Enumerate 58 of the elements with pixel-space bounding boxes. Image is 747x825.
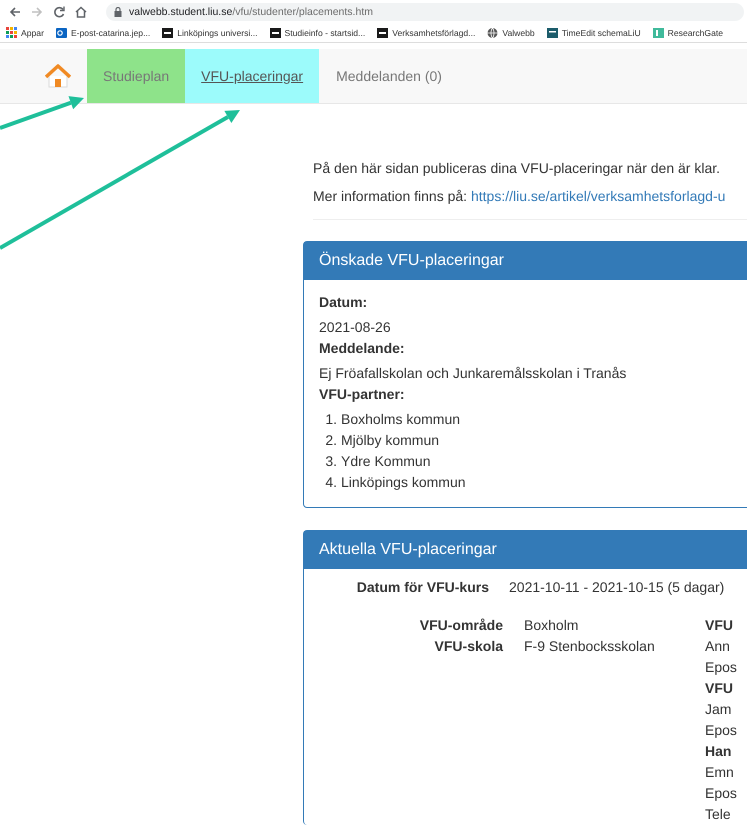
contact-heading: VFU	[705, 679, 734, 698]
contact-heading: Han	[705, 742, 732, 761]
logo-icon	[377, 27, 388, 39]
back-icon[interactable]	[8, 5, 22, 19]
nav-tab[interactable]: Meddelanden (0)	[320, 49, 458, 103]
bookmark[interactable]: ResearchGate	[652, 27, 724, 39]
contact-text: Jam	[705, 700, 732, 719]
bookmark[interactable]: E-post-catarina.jep...	[56, 27, 150, 39]
apps-grid-icon	[6, 27, 17, 39]
field-value: F-9 Stenbocksskolan	[524, 637, 656, 656]
info-link[interactable]: https://liu.se/artikel/verksamhetsforlagd-u	[470, 188, 726, 204]
home-icon[interactable]	[74, 5, 88, 19]
logo-icon	[270, 27, 280, 39]
list-item: Ydre Kommun	[341, 452, 430, 471]
field-label: Datum för VFU-kurs	[356, 578, 489, 597]
field-value: Ej Fröafallskolan och Junkaremålsskolan i Tranås	[319, 364, 628, 383]
globe-icon	[487, 27, 498, 39]
mail-icon	[56, 27, 67, 39]
info-text: Mer information finns på: https://liu.se/artikel/verksamhetsforlagd-u	[313, 187, 726, 206]
bookmark[interactable]: Verksamhetsförlagd...	[377, 27, 476, 39]
list-number: 4.	[325, 473, 337, 492]
url-text: valwebb.student.liu.se/vfu/studenter/placements.htm	[129, 6, 373, 18]
list-item: Mjölby kommun	[341, 431, 440, 450]
list-number: 1.	[325, 410, 337, 429]
logo-icon	[652, 27, 664, 39]
contact-text: Epos	[705, 721, 738, 740]
bookmark[interactable]: Appar	[6, 27, 44, 39]
contact-text: Tele	[705, 805, 732, 824]
nav-tab[interactable]: VFU-placeringar	[185, 49, 320, 103]
field-value: 2021-10-11 - 2021-10-15 (5 dagar)	[509, 578, 726, 597]
list-item: Linköpings kommun	[341, 473, 466, 492]
contact-text: Ann	[705, 637, 731, 656]
logo-icon	[162, 27, 174, 39]
contact-text: Epos	[705, 784, 738, 803]
address-bar[interactable]: valwebb.student.liu.se/vfu/studenter/placements.htm	[106, 3, 744, 21]
list-number: 2.	[325, 431, 337, 450]
panel-title: Aktuella VFU-placeringar	[319, 541, 497, 559]
list-item: Boxholms kommun	[341, 410, 460, 429]
field-label: VFU-partner:	[319, 385, 406, 404]
bookmark[interactable]: Valwebb	[487, 27, 535, 39]
field-label: VFU-område	[418, 616, 503, 635]
reload-icon[interactable]	[52, 5, 66, 19]
panel-title: Önskade VFU-placeringar	[319, 252, 504, 270]
bookmark[interactable]: Studieinfo - startsid...	[270, 27, 366, 39]
lock-icon	[114, 7, 122, 17]
intro-text: På den här sidan publiceras dina VFU-placeringar när den är klar.	[313, 159, 722, 178]
field-value: 2021-08-26	[319, 318, 392, 337]
bookmark[interactable]: Linköpings universi...	[162, 27, 258, 39]
contact-heading: VFU	[705, 616, 734, 635]
list-number: 3.	[325, 452, 337, 471]
contact-text: Emn	[705, 763, 735, 782]
field-value: Boxholm	[524, 616, 580, 635]
bookmark[interactable]: TimeEdit schemaLiU	[546, 27, 641, 39]
field-label: VFU-skola	[434, 637, 503, 656]
field-label: Datum:	[319, 293, 368, 312]
field-label: Meddelande:	[319, 339, 406, 358]
logo-icon	[546, 27, 558, 39]
contact-text: Epos	[705, 658, 738, 677]
